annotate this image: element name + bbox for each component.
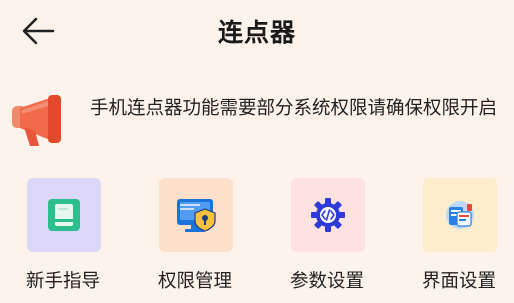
gear-code-icon <box>311 198 345 232</box>
tile-label: 参数设置 <box>289 271 364 292</box>
monitor-lock-icon <box>177 199 216 232</box>
interface-icon <box>446 201 474 229</box>
tile-label: 新手指导 <box>25 271 100 292</box>
megaphone-icon <box>12 95 61 146</box>
page-title: 连点器 <box>217 18 296 47</box>
tile-label: 界面设置 <box>421 271 496 292</box>
tile-icon-box <box>423 178 497 252</box>
tile-icon-box <box>291 178 365 252</box>
tile-label: 权限管理 <box>157 271 232 292</box>
book-icon <box>48 199 80 231</box>
tile-icon-box <box>27 178 101 252</box>
feature-grid: 新手指导 权限管理 参数设置 界面设置 <box>0 178 514 298</box>
permission-notice: 手机连点器功能需要部分系统权限请确保权限开启 <box>10 94 510 150</box>
tile-parameter-settings[interactable]: 参数设置 <box>277 178 377 298</box>
tile-permission-management[interactable]: 权限管理 <box>145 178 245 298</box>
notice-text: 手机连点器功能需要部分系统权限请确保权限开启 <box>90 98 498 119</box>
app-header: 连点器 <box>0 0 514 64</box>
tile-beginner-guide[interactable]: 新手指导 <box>13 178 113 298</box>
tile-interface-settings[interactable]: 界面设置 <box>409 178 509 298</box>
tile-icon-box <box>159 178 233 252</box>
